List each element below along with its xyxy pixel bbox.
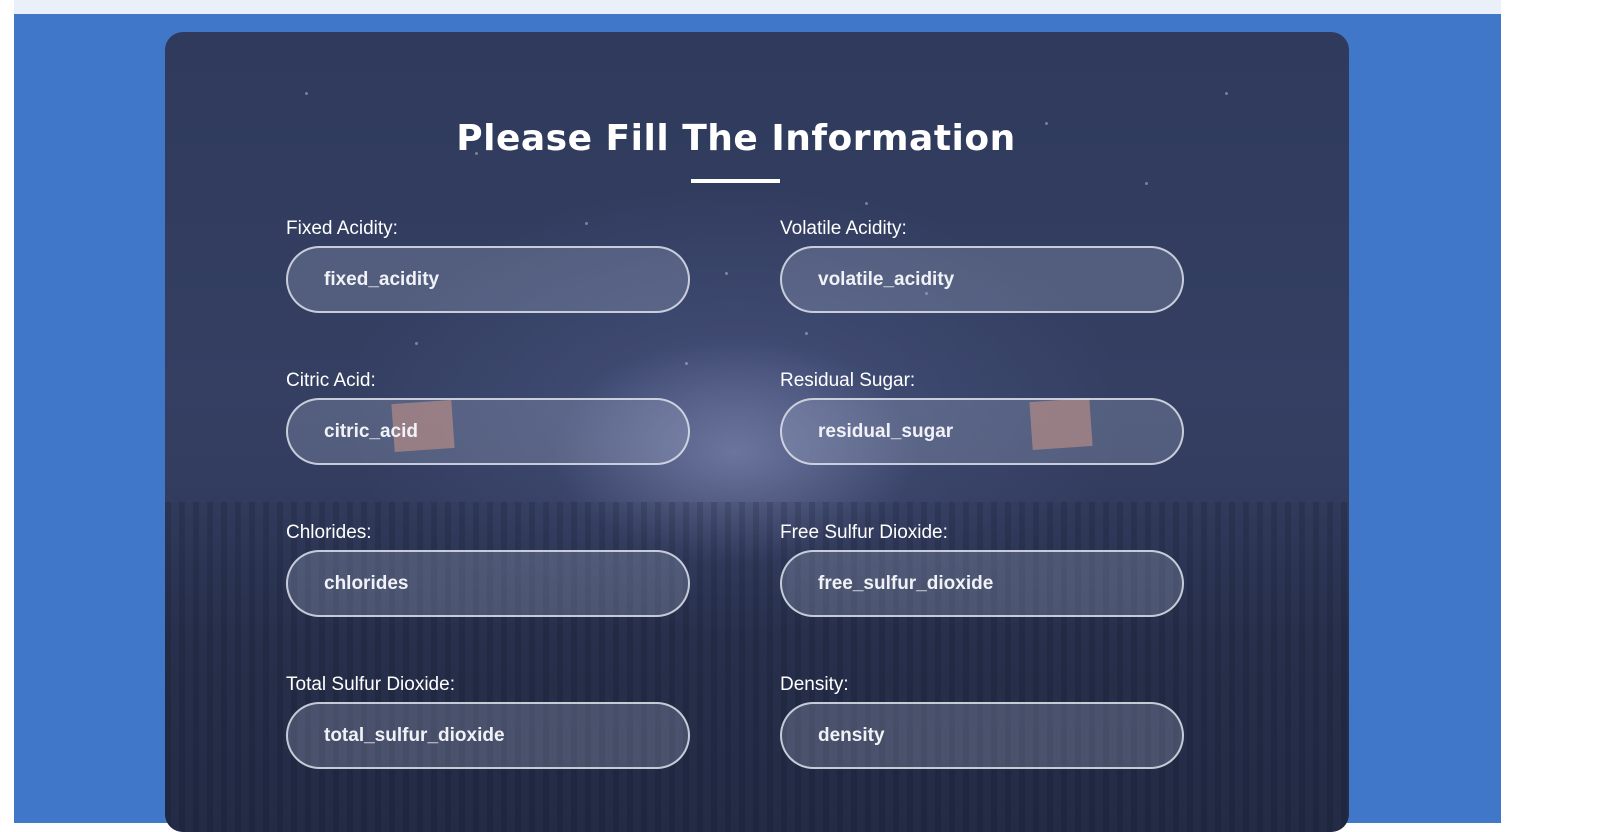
confetti-speck [305, 92, 308, 95]
residual-sugar-input[interactable] [780, 398, 1184, 465]
fixed-acidity-input[interactable] [286, 246, 690, 313]
density-label: Density: [780, 674, 849, 695]
confetti-speck [415, 342, 418, 345]
citric-acid-label: Citric Acid: [286, 370, 376, 391]
confetti-speck [685, 362, 688, 365]
volatile-acidity-field: Volatile Acidity: [780, 216, 1184, 313]
free-sulfur-dioxide-field: Free Sulfur Dioxide: [780, 520, 1184, 617]
citric-acid-input[interactable] [286, 398, 690, 465]
fixed-acidity-field: Fixed Acidity: [286, 216, 690, 313]
density-field: Density: [780, 672, 1184, 769]
density-input[interactable] [780, 702, 1184, 769]
volatile-acidity-input[interactable] [780, 246, 1184, 313]
free-sulfur-dioxide-label: Free Sulfur Dioxide: [780, 522, 948, 543]
residual-sugar-label: Residual Sugar: [780, 370, 916, 391]
total-sulfur-dioxide-field: Total Sulfur Dioxide: [286, 672, 690, 769]
chlorides-label: Chlorides: [286, 522, 372, 543]
total-sulfur-dioxide-label: Total Sulfur Dioxide: [286, 674, 455, 695]
confetti-speck [1145, 182, 1148, 185]
confetti-speck [865, 202, 868, 205]
chlorides-field: Chlorides: [286, 520, 690, 617]
volatile-acidity-label: Volatile Acidity: [780, 218, 907, 239]
confetti-speck [1225, 92, 1228, 95]
form-card: Please Fill The Information Fixed Acidit… [165, 32, 1349, 832]
top-strip [14, 0, 1501, 14]
total-sulfur-dioxide-input[interactable] [286, 702, 690, 769]
fixed-acidity-label: Fixed Acidity: [286, 218, 398, 239]
chlorides-input[interactable] [286, 550, 690, 617]
confetti-speck [725, 272, 728, 275]
title-underline [691, 179, 780, 183]
residual-sugar-field: Residual Sugar: [780, 368, 1184, 465]
form-title: Please Fill The Information [456, 118, 1016, 159]
citric-acid-field: Citric Acid: [286, 368, 690, 465]
free-sulfur-dioxide-input[interactable] [780, 550, 1184, 617]
confetti-speck [805, 332, 808, 335]
